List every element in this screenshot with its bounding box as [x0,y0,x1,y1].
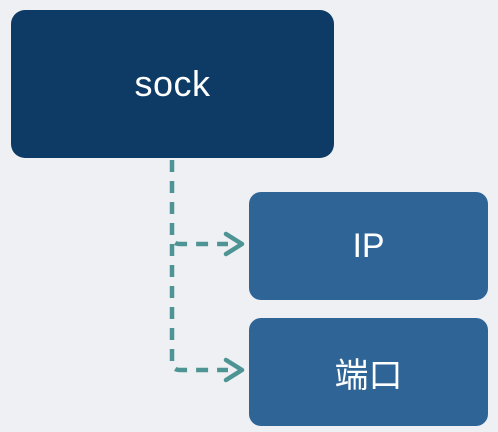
arrowhead-ip [223,231,245,257]
diagram-canvas: sock IP 端口 [0,0,498,432]
arrowhead-port [223,357,245,383]
connector-sock-to-port [169,244,228,373]
node-port: 端口 [249,318,488,426]
node-sock-label: sock [134,63,211,104]
node-port-label: 端口 [334,356,403,395]
node-ip: IP [249,192,488,300]
connector-sock-to-ip [169,160,228,247]
node-ip-label: IP [352,226,385,265]
node-sock: sock [11,10,334,158]
